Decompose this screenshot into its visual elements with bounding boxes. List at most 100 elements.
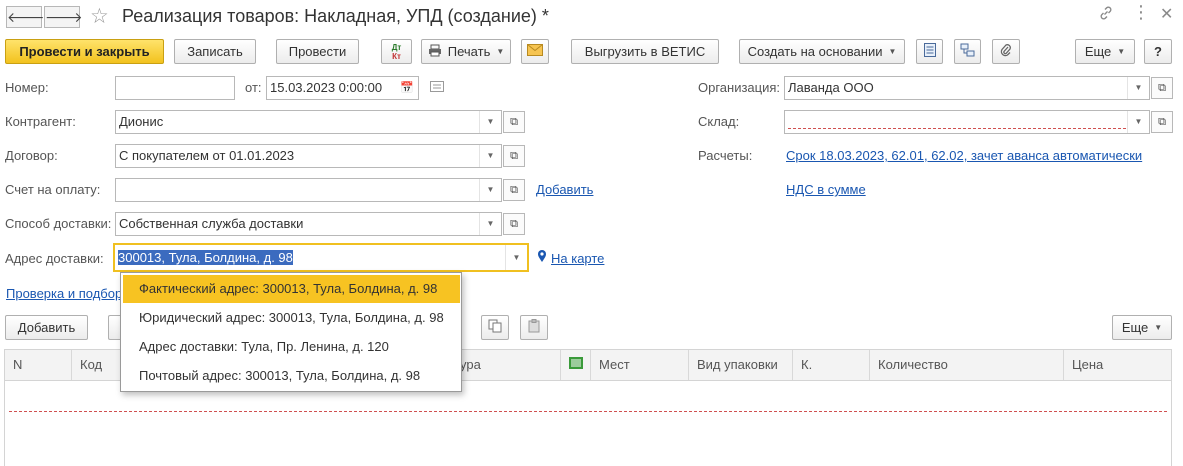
email-button[interactable] xyxy=(521,39,549,64)
chevron-down-icon[interactable]: ▼ xyxy=(1127,77,1149,99)
dropdown-option-legal-address[interactable]: Юридический адрес: 300013, Тула, Болдина… xyxy=(123,304,460,332)
open-contractor-button[interactable]: ⧉ xyxy=(503,111,525,133)
export-vetis-button[interactable]: Выгрузить в ВЕТИС xyxy=(571,39,719,64)
help-button[interactable]: ? xyxy=(1144,39,1172,64)
map-link[interactable]: На карте xyxy=(551,251,604,266)
paperclip-icon xyxy=(1000,43,1012,60)
column-header-places[interactable]: Мест xyxy=(590,350,630,380)
window-title: Реализация товаров: Накладная, УПД (созд… xyxy=(122,6,549,26)
comment-icon[interactable] xyxy=(430,81,444,96)
save-button[interactable]: Записать xyxy=(174,39,256,64)
chevron-down-icon[interactable]: ▼ xyxy=(1127,111,1149,133)
required-row-underline xyxy=(9,411,1167,412)
check-selection-link[interactable]: Проверка и подбор xyxy=(6,286,122,301)
items-table-body[interactable] xyxy=(4,381,1172,466)
kt-label: Кт xyxy=(392,51,401,61)
favorite-star-icon[interactable]: ☆ xyxy=(90,4,109,29)
add-item-button[interactable]: Добавить xyxy=(5,315,88,340)
invoice-input[interactable]: ▼ xyxy=(115,178,502,202)
column-header-n[interactable]: N xyxy=(5,350,22,380)
invoice-add-link[interactable]: Добавить xyxy=(536,182,593,197)
open-warehouse-button[interactable]: ⧉ xyxy=(1151,111,1173,133)
delivery-address-label: Адрес доставки: xyxy=(5,251,104,266)
delivery-method-value: Собственная служба доставки xyxy=(119,216,304,231)
organization-input[interactable]: Лаванда ООО ▼ xyxy=(784,76,1150,100)
column-header-price[interactable]: Цена xyxy=(1063,350,1103,380)
delivery-address-dropdown: Фактический адрес: 300013, Тула, Болдина… xyxy=(120,272,462,392)
items-more-button[interactable]: Еще ▼ xyxy=(1112,315,1172,340)
chevron-down-icon[interactable]: ▼ xyxy=(479,111,501,133)
delivery-address-input[interactable]: 300013, Тула, Болдина, д. 98 ▼ xyxy=(113,243,529,272)
open-icon: ⧉ xyxy=(510,150,518,162)
back-button[interactable]: 🡐 xyxy=(6,6,45,28)
open-contract-button[interactable]: ⧉ xyxy=(503,145,525,167)
close-icon[interactable]: ✕ xyxy=(1160,4,1173,24)
chevron-down-icon: ▼ xyxy=(1117,47,1126,56)
print-button[interactable]: Печать ▼ xyxy=(421,39,511,64)
chevron-down-icon[interactable]: ▼ xyxy=(505,245,527,270)
number-label: Номер: xyxy=(5,80,49,95)
contractor-label: Контрагент: xyxy=(5,114,76,129)
attach-button[interactable] xyxy=(992,39,1020,64)
required-field-underline xyxy=(788,128,1126,129)
paste-icon xyxy=(527,319,541,336)
date-value: 15.03.2023 0:00:00 xyxy=(270,80,383,95)
open-organization-button[interactable]: ⧉ xyxy=(1151,77,1173,99)
dropdown-option-actual-address[interactable]: Фактический адрес: 300013, Тула, Болдина… xyxy=(123,275,460,303)
dropdown-option-delivery-address[interactable]: Адрес доставки: Тула, Пр. Ленина, д. 120 xyxy=(123,333,460,361)
date-label: от: xyxy=(245,80,262,95)
printer-icon xyxy=(428,44,442,60)
more-button[interactable]: Еще ▼ xyxy=(1075,39,1135,64)
open-icon: ⧉ xyxy=(510,218,518,230)
column-header-k[interactable]: К. xyxy=(792,350,812,380)
dt-label: Дт xyxy=(391,42,402,52)
organization-value: Лаванда ООО xyxy=(788,80,874,95)
column-header-quantity[interactable]: Количество xyxy=(869,350,948,380)
list-icon xyxy=(923,43,936,60)
dt-kt-button[interactable]: Дт Кт xyxy=(381,39,412,64)
date-input[interactable]: 15.03.2023 0:00:00 📅 xyxy=(266,76,419,100)
map-pin-icon[interactable] xyxy=(537,249,547,266)
column-header-package-type[interactable]: Вид упаковки xyxy=(688,350,778,380)
arrow-left-icon: 🡐 xyxy=(7,9,45,25)
post-button[interactable]: Провести xyxy=(276,39,359,64)
open-icon: ⧉ xyxy=(510,116,518,128)
calendar-icon[interactable]: 📅 xyxy=(396,77,418,99)
contractor-input[interactable]: Дионис ▼ xyxy=(115,110,502,134)
dropdown-option-postal-address[interactable]: Почтовый адрес: 300013, Тула, Болдина, д… xyxy=(123,362,460,390)
create-based-label: Создать на основании xyxy=(747,44,883,59)
more-vertical-icon[interactable]: ⋮ xyxy=(1132,2,1150,23)
organization-label: Организация: xyxy=(698,80,781,95)
open-delivery-method-button[interactable]: ⧉ xyxy=(503,213,525,235)
hierarchy-icon xyxy=(960,43,975,60)
contract-input[interactable]: С покупателем от 01.01.2023 ▼ xyxy=(115,144,502,168)
delivery-method-input[interactable]: Собственная служба доставки ▼ xyxy=(115,212,502,236)
column-header-marking[interactable] xyxy=(560,350,590,380)
document-list-button[interactable] xyxy=(916,39,943,64)
forward-button[interactable]: 🡒 xyxy=(44,6,83,28)
column-header-code[interactable]: Код xyxy=(71,350,102,380)
warehouse-label: Склад: xyxy=(698,114,740,129)
contract-value: С покупателем от 01.01.2023 xyxy=(119,148,295,163)
settlements-link[interactable]: Срок 18.03.2023, 62.01, 62.02, зачет ава… xyxy=(786,148,1142,163)
warehouse-input[interactable]: ▼ xyxy=(784,110,1150,134)
vat-link[interactable]: НДС в сумме xyxy=(786,182,866,197)
chevron-down-icon[interactable]: ▼ xyxy=(479,213,501,235)
chevron-down-icon[interactable]: ▼ xyxy=(479,179,501,201)
copy-icon xyxy=(488,319,502,336)
chevron-down-icon[interactable]: ▼ xyxy=(479,145,501,167)
settlements-label: Расчеты: xyxy=(698,148,753,163)
link-icon[interactable] xyxy=(1098,5,1114,25)
paste-rows-button[interactable] xyxy=(520,315,548,340)
post-and-close-button[interactable]: Провести и закрыть xyxy=(5,39,164,64)
create-based-on-button[interactable]: Создать на основании ▼ xyxy=(739,39,905,64)
number-input[interactable] xyxy=(115,76,235,100)
arrow-right-icon: 🡒 xyxy=(45,9,83,25)
open-icon: ⧉ xyxy=(1158,82,1166,94)
delivery-method-label: Способ доставки: xyxy=(5,216,112,231)
open-invoice-button[interactable]: ⧉ xyxy=(503,179,525,201)
contract-label: Договор: xyxy=(5,148,58,163)
structure-button[interactable] xyxy=(954,39,981,64)
copy-rows-button[interactable] xyxy=(481,315,509,340)
chevron-down-icon: ▼ xyxy=(888,47,897,56)
